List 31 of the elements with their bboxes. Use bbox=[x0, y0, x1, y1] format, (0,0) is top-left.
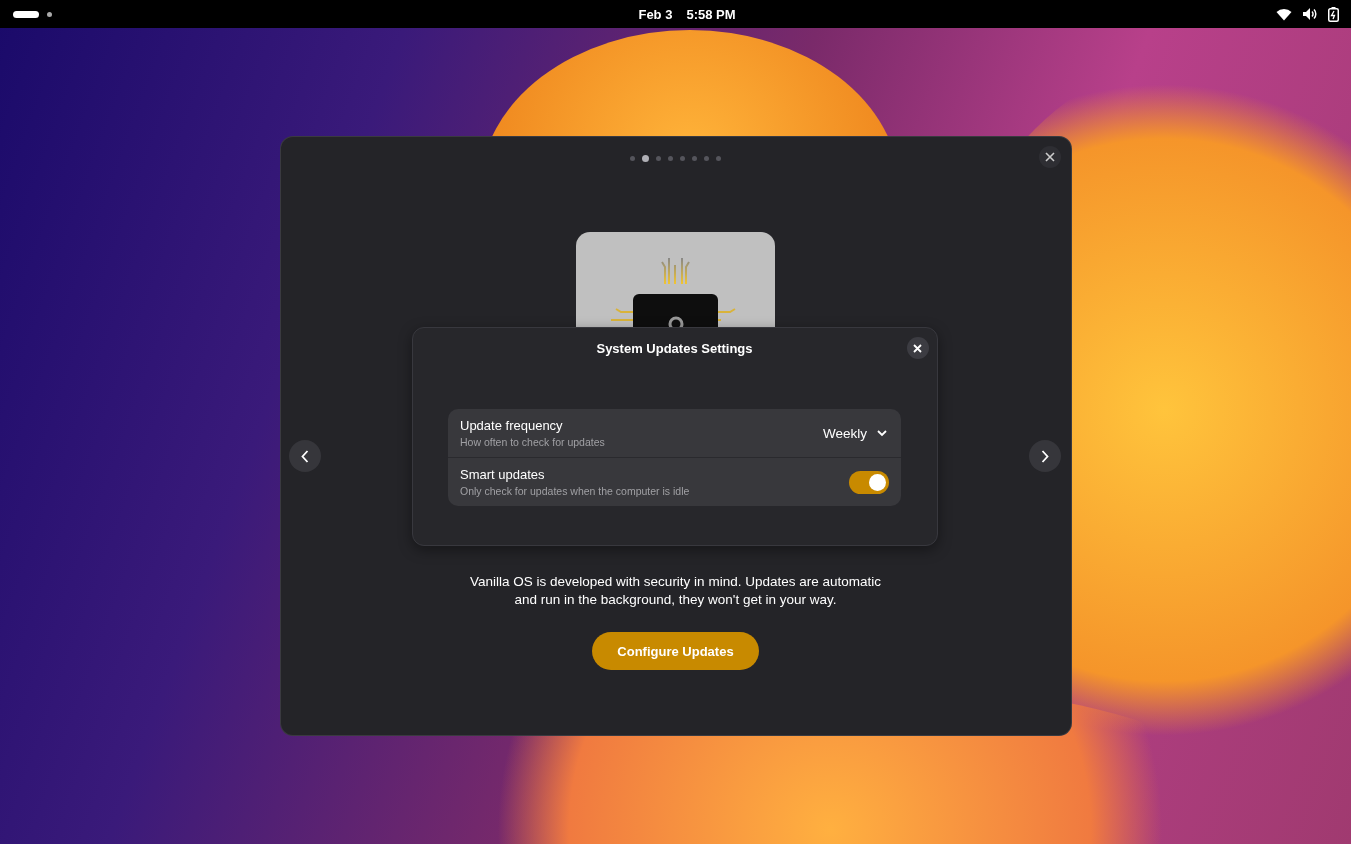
setting-title: Smart updates bbox=[460, 467, 546, 482]
page-indicator-dot[interactable] bbox=[668, 155, 673, 161]
page-indicator-dot[interactable] bbox=[704, 155, 709, 161]
clock-button[interactable]: Feb 3 5:58 PM bbox=[630, 4, 744, 24]
toggle-switch[interactable] bbox=[849, 470, 889, 494]
page-indicator-dot[interactable] bbox=[642, 154, 649, 162]
setting-subtitle: How often to check for updates bbox=[460, 436, 605, 448]
workspace-dot-icon[interactable] bbox=[47, 11, 52, 17]
next-button[interactable] bbox=[1028, 440, 1061, 472]
volume-icon[interactable] bbox=[1302, 7, 1318, 21]
setting-subtitle: Only check for updates when the computer is idle bbox=[460, 485, 690, 497]
close-button[interactable] bbox=[1038, 146, 1061, 168]
battery-icon[interactable] bbox=[1328, 6, 1339, 22]
frequency-dropdown[interactable]: Weekly bbox=[821, 421, 889, 445]
close-icon bbox=[1044, 152, 1055, 162]
close-icon bbox=[913, 343, 922, 353]
page-indicator-dot[interactable] bbox=[692, 155, 697, 161]
dialog-title: System Updates Settings bbox=[596, 340, 753, 356]
chevron-right-icon bbox=[1040, 449, 1049, 463]
page-indicator-dot[interactable] bbox=[680, 155, 685, 161]
wifi-icon[interactable] bbox=[1276, 7, 1292, 21]
page-indicator-dot[interactable] bbox=[656, 155, 661, 161]
page-indicator-dot[interactable] bbox=[630, 155, 635, 161]
close-button[interactable] bbox=[906, 337, 929, 359]
previous-button[interactable] bbox=[288, 440, 321, 472]
chevron-down-icon bbox=[877, 429, 887, 437]
workspace-indicator-icon[interactable] bbox=[13, 10, 39, 18]
description-text: Vanilla OS is developed with security in mind. Updates are automatic and run in the background, they won't get in your way. bbox=[470, 573, 881, 609]
page-indicator-dot[interactable] bbox=[716, 155, 721, 161]
chevron-left-icon bbox=[300, 449, 309, 463]
setting-title: Update frequency bbox=[460, 418, 564, 433]
